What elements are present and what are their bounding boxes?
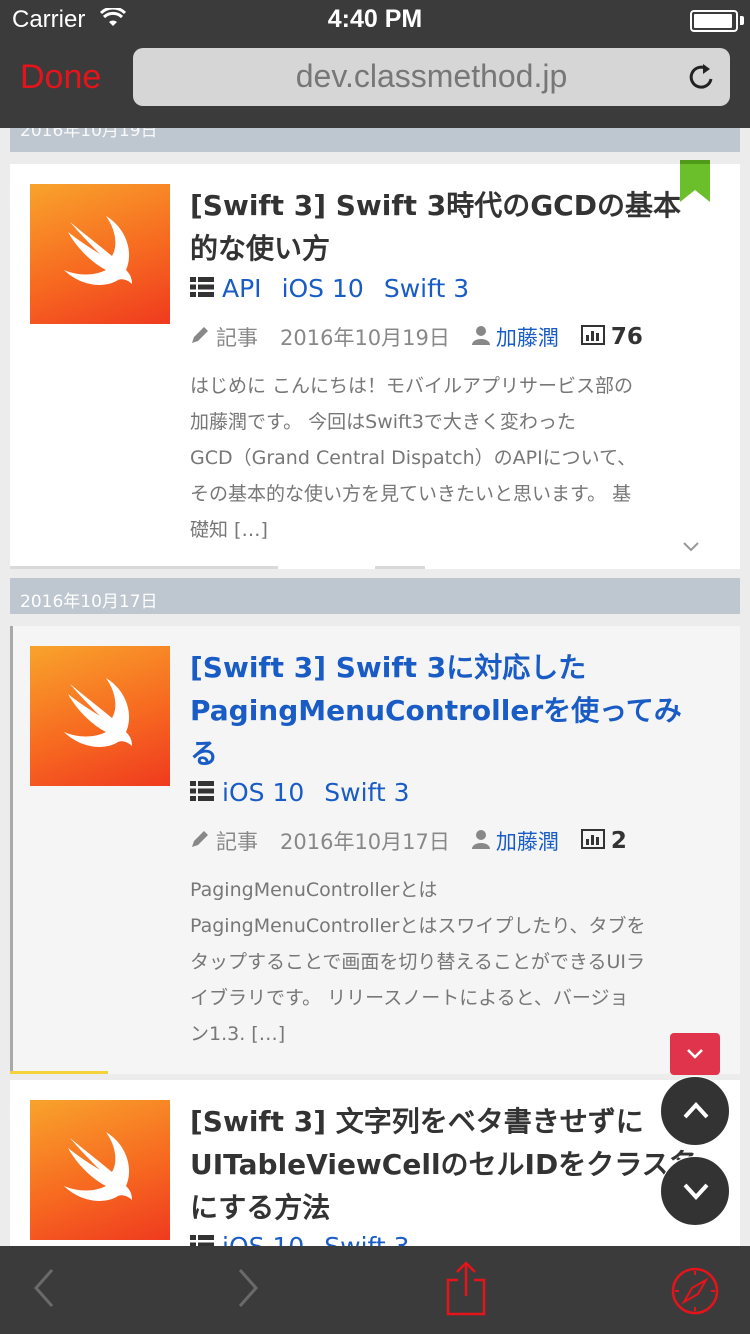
title-line: にする方法 — [190, 1191, 331, 1224]
card-underline — [10, 1071, 108, 1074]
user-icon — [471, 829, 490, 854]
excerpt-line: その基本的な使い方を見ていきたいと思います。 基 — [190, 483, 632, 505]
swift-logo-icon — [64, 216, 132, 285]
article-type: 記事 — [216, 326, 258, 350]
tag-link[interactable]: Swift 3 — [324, 778, 409, 807]
scroll-up-button[interactable] — [660, 1076, 730, 1146]
open-in-safari-button[interactable] — [670, 1266, 720, 1320]
title-line: PagingMenuControllerを使ってみ — [190, 694, 682, 727]
excerpt-line: PagingMenuControllerとは — [190, 879, 438, 901]
excerpt-line: タップすることで画面を切り替えることができるUIラ — [190, 951, 645, 973]
forward-button[interactable] — [236, 1266, 262, 1314]
tag-link[interactable]: Swift 3 — [324, 1232, 409, 1247]
chevron-down-icon — [687, 1049, 703, 1059]
status-bar: Carrier 4:40 PM — [0, 0, 750, 40]
article-title[interactable]: [Swift 3] Swift 3に対応した PagingMenuControl… — [190, 646, 720, 775]
excerpt-line: ン1.3. […] — [190, 1023, 286, 1045]
title-line: [Swift 3] 文字列をベタ書きせずに — [190, 1105, 644, 1138]
excerpt-line: はじめに こんにちは！モバイルアプリサービス部の — [190, 375, 634, 397]
bar-chart-icon — [580, 828, 605, 854]
compass-icon — [671, 1267, 719, 1315]
chevron-down-icon — [683, 1183, 709, 1200]
scroll-down-button[interactable] — [660, 1156, 730, 1226]
bookmark-icon[interactable] — [680, 160, 710, 206]
tag-list: API iOS 10 Swift 3 — [190, 272, 489, 304]
date-label: 2016年10月19日 — [20, 128, 158, 141]
swift-logo-icon — [64, 1132, 132, 1201]
card-underline — [10, 566, 278, 569]
tag-link[interactable]: Swift 3 — [384, 274, 469, 303]
chevron-down-icon[interactable] — [682, 538, 700, 557]
title-line: [Swift 3] Swift 3時代のGCDの基本 — [190, 189, 681, 222]
article-thumbnail[interactable] — [30, 646, 170, 786]
excerpt-line: 礎知 […] — [190, 519, 268, 541]
battery-icon — [690, 10, 738, 32]
view-count: 76 — [610, 324, 643, 350]
tag-link[interactable]: iOS 10 — [222, 1232, 304, 1247]
back-button[interactable] — [30, 1266, 56, 1314]
date-bar: 2016年10月17日 — [10, 578, 740, 614]
article-thumbnail[interactable] — [30, 1100, 170, 1240]
article-card[interactable]: [Swift 3] Swift 3に対応した PagingMenuControl… — [10, 626, 740, 1074]
list-icon — [190, 274, 214, 303]
user-icon — [471, 325, 490, 350]
article-type: 記事 — [216, 830, 258, 854]
article-excerpt: はじめに こんにちは！モバイルアプリサービス部の 加藤潤です。 今回はSwift… — [190, 368, 720, 548]
article-card[interactable]: [Swift 3] 文字列をベタ書きせずに UITableViewCellのセル… — [10, 1080, 740, 1246]
expand-tab[interactable] — [670, 1033, 720, 1075]
browser-toolbar — [0, 1246, 750, 1334]
excerpt-line: イブラリです。 リリースノートによると、バージョ — [190, 987, 629, 1009]
article-thumbnail[interactable] — [30, 184, 170, 324]
tag-link[interactable]: iOS 10 — [222, 778, 304, 807]
share-button[interactable] — [444, 1260, 488, 1320]
tag-list: iOS 10 Swift 3 — [190, 776, 430, 808]
excerpt-line: PagingMenuControllerとはスワイプしたり、タブを — [190, 915, 646, 937]
clock: 4:40 PM — [327, 5, 423, 33]
article-title[interactable]: [Swift 3] Swift 3時代のGCDの基本 的な使い方 — [190, 184, 720, 270]
tag-link[interactable]: iOS 10 — [282, 274, 364, 303]
author-link[interactable]: 加藤潤 — [496, 826, 559, 856]
excerpt-line: 加藤潤です。 今回はSwift3で大きく変わった — [190, 411, 576, 433]
date-bar: 2016年10月19日 — [10, 128, 740, 152]
article-excerpt: PagingMenuControllerとは PagingMenuControl… — [190, 872, 720, 1052]
publish-date: 2016年10月17日 — [280, 830, 450, 854]
title-line: UITableViewCellのセルIDをクラス名 — [190, 1148, 698, 1181]
title-line: 的な使い方 — [190, 232, 331, 265]
list-icon — [190, 778, 214, 807]
article-title[interactable]: [Swift 3] 文字列をベタ書きせずに UITableViewCellのセル… — [190, 1100, 720, 1229]
share-icon — [446, 1261, 486, 1316]
article-meta: 記事 2016年10月19日 加藤潤 76 — [190, 322, 643, 352]
article-card[interactable]: [Swift 3] Swift 3時代のGCDの基本 的な使い方 API iOS… — [10, 164, 740, 569]
tag-list: iOS 10 Swift 3 — [190, 1230, 430, 1246]
list-icon — [190, 1232, 214, 1246]
date-label: 2016年10月17日 — [20, 592, 158, 612]
bar-chart-icon — [580, 324, 605, 350]
chevron-up-icon — [683, 1102, 709, 1119]
author-link[interactable]: 加藤潤 — [496, 322, 559, 352]
article-meta: 記事 2016年10月17日 加藤潤 2 — [190, 826, 627, 856]
done-button[interactable]: Done — [20, 58, 101, 97]
url-text: dev.classmethod.jp — [295, 58, 568, 94]
browser-nav-bar: Done dev.classmethod.jp — [0, 40, 750, 128]
title-line: る — [190, 737, 219, 770]
reload-icon[interactable] — [688, 62, 716, 96]
pencil-icon — [190, 829, 210, 854]
page-content[interactable]: 2016年10月19日 [Swift 3] Swift 3時代のGCDの基本 的… — [0, 128, 750, 1246]
excerpt-line: GCD（Grand Central Dispatch）のAPIについて、 — [190, 447, 637, 469]
pencil-icon — [190, 325, 210, 350]
tag-link[interactable]: API — [222, 274, 262, 303]
battery-tip — [740, 16, 744, 25]
url-field[interactable]: dev.classmethod.jp — [133, 48, 730, 106]
chevron-left-icon — [33, 1269, 54, 1307]
card-underline — [375, 566, 425, 569]
publish-date: 2016年10月19日 — [280, 326, 450, 350]
title-line: [Swift 3] Swift 3に対応した — [190, 651, 587, 684]
chevron-right-icon — [238, 1269, 259, 1307]
swift-logo-icon — [64, 678, 132, 747]
view-count: 2 — [610, 828, 627, 854]
